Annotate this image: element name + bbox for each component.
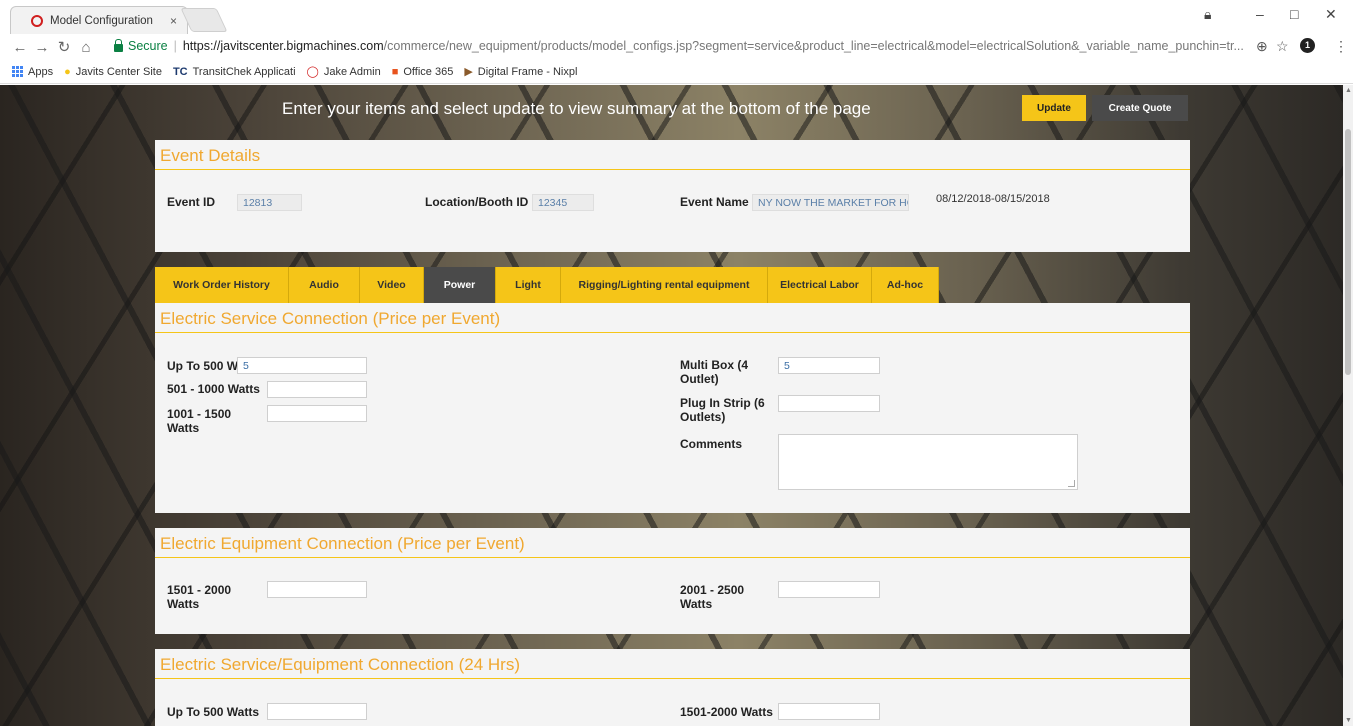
maximize-icon[interactable]: □ <box>1290 6 1298 22</box>
bookmark-label: Digital Frame - Nixpl <box>477 65 578 78</box>
1001-1500-watts-input[interactable] <box>267 405 367 422</box>
address-bar[interactable]: Secure | https://javitscenter.bigmachine… <box>114 34 1280 58</box>
javits-dot-icon: ● <box>64 65 71 78</box>
zoom-icon[interactable]: ⊕ <box>1256 38 1268 55</box>
24h-up-to-500-watts-input[interactable] <box>267 703 367 720</box>
category-tabs: Work Order History Audio Video Power Lig… <box>155 267 939 303</box>
forward-icon[interactable]: → <box>31 39 53 56</box>
digital-frame-icon: ▶ <box>464 66 473 78</box>
event-dates: 08/12/2018-08/15/2018 <box>936 193 1050 205</box>
up-to-500-watts-input[interactable]: 5 <box>237 357 367 374</box>
event-details-title: Event Details <box>155 140 1190 170</box>
bookmark-transitchek[interactable]: TC TransitChek Applicati <box>173 66 296 78</box>
bookmark-label: Office 365 <box>403 65 454 78</box>
home-icon[interactable]: ⌂ <box>75 39 97 56</box>
reload-icon[interactable]: ↻ <box>53 38 75 56</box>
browser-tab[interactable]: Model Configuration × <box>10 6 188 34</box>
event-id-field[interactable]: 12813 <box>237 194 302 211</box>
bookmark-label: Jake Admin <box>323 65 381 78</box>
501-1000-watts-label: 501 - 1000 Watts <box>167 382 260 396</box>
back-icon[interactable]: ← <box>9 39 31 56</box>
bookmark-javits[interactable]: ● Javits Center Site <box>64 66 162 78</box>
oracle-favicon-icon <box>31 14 43 27</box>
multi-box-label: Multi Box (4 Outlet) <box>680 358 748 386</box>
tab-light[interactable]: Light <box>496 267 561 303</box>
url-host: https://javitscenter.bigmachines.com <box>182 39 384 53</box>
scroll-up-icon[interactable]: ▲ <box>1345 87 1352 94</box>
scrollbar-thumb[interactable] <box>1345 129 1351 375</box>
bookmark-digital-frame[interactable]: ▶ Digital Frame - Nixpl <box>464 65 578 79</box>
menu-icon[interactable]: ⋮ <box>1334 38 1348 55</box>
comments-label: Comments <box>680 437 743 451</box>
url-path: /commerce/new_equipment/products/model_c… <box>383 39 1244 53</box>
bookmarks-bar: Apps ● Javits Center Site TC TransitChek… <box>0 60 1353 84</box>
bookmark-label: TransitChek Applicati <box>192 65 296 78</box>
page-viewport: Enter your items and select update to vi… <box>0 85 1343 726</box>
electric-service-panel: Electric Service Connection (Price per E… <box>155 303 1190 513</box>
bookmark-star-icon[interactable]: ☆ <box>1276 38 1289 55</box>
lock-icon <box>114 39 123 52</box>
1001-1500-watts-label: 1001 - 1500 Watts <box>167 407 232 435</box>
page-instruction: Enter your items and select update to vi… <box>282 99 871 118</box>
close-window-icon[interactable]: ✕ <box>1325 6 1337 23</box>
page-scrollbar[interactable]: ▲ ▼ <box>1343 85 1353 726</box>
tab-electrical-labor[interactable]: Electrical Labor <box>768 267 872 303</box>
create-quote-button[interactable]: Create Quote <box>1092 95 1188 121</box>
501-1000-watts-input[interactable] <box>267 381 367 398</box>
tab-video[interactable]: Video <box>360 267 424 303</box>
2001-2500-watts-label: 2001 - 2500 Watts <box>680 583 745 611</box>
tab-ad-hoc[interactable]: Ad-hoc <box>872 267 939 303</box>
24h-1501-2000-watts-input[interactable] <box>778 703 880 720</box>
24h-up-to-500-watts-label: Up To 500 Watts <box>167 705 260 719</box>
location-booth-label: Location/Booth ID <box>425 195 529 209</box>
tab-audio[interactable]: Audio <box>289 267 360 303</box>
plug-in-strip-label: Plug In Strip (6 Outlets) <box>680 396 765 424</box>
bookmark-office365[interactable]: ■ Office 365 <box>392 66 454 78</box>
oracle-ring-icon: ◯ <box>306 66 319 78</box>
location-booth-field[interactable]: 12345 <box>532 194 594 211</box>
bookmark-jake-admin[interactable]: ◯ Jake Admin <box>306 65 381 79</box>
tab-close-icon[interactable]: × <box>170 14 177 28</box>
electric-service-title: Electric Service Connection (Price per E… <box>155 303 1190 333</box>
browser-tabstrip: Model Configuration × 🔒︎ – □ ✕ <box>0 0 1353 34</box>
24h-1501-2000-watts-label: 1501-2000 Watts <box>680 705 773 719</box>
tab-work-order-history[interactable]: Work Order History <box>155 267 289 303</box>
electric-service-24hrs-panel: Electric Service/Equipment Connection (2… <box>155 649 1190 726</box>
minimize-icon[interactable]: – <box>1256 6 1264 22</box>
event-name-field[interactable]: NY NOW THE MARKET FOR HC <box>752 194 909 211</box>
1501-2000-watts-label: 1501 - 2000 Watts <box>167 583 232 611</box>
tab-rigging-lighting[interactable]: Rigging/Lighting rental equipment <box>561 267 768 303</box>
extension-badge-icon[interactable]: 1 <box>1300 38 1315 53</box>
scroll-down-icon[interactable]: ▼ <box>1345 717 1352 724</box>
transitchek-icon: TC <box>172 65 188 78</box>
plug-in-strip-input[interactable] <box>778 395 880 412</box>
address-separator: | <box>173 39 177 53</box>
bookmark-apps[interactable]: Apps <box>12 66 53 78</box>
profile-icon[interactable]: 🔒︎ <box>1204 6 1211 23</box>
1501-2000-watts-input[interactable] <box>267 581 367 598</box>
event-id-label: Event ID <box>167 195 216 209</box>
event-details-panel: Event Details Event ID 12813 Location/Bo… <box>155 140 1190 252</box>
office-icon: ■ <box>391 65 399 78</box>
comments-textarea[interactable] <box>778 434 1078 490</box>
electric-equipment-panel: Electric Equipment Connection (Price per… <box>155 528 1190 634</box>
secure-label: Secure <box>128 39 168 53</box>
tab-power[interactable]: Power <box>424 267 496 303</box>
update-button[interactable]: Update <box>1022 95 1086 121</box>
tab-title: Model Configuration <box>50 14 153 27</box>
electric-service-24hrs-title: Electric Service/Equipment Connection (2… <box>155 649 1190 679</box>
electric-equipment-title: Electric Equipment Connection (Price per… <box>155 528 1190 558</box>
2001-2500-watts-input[interactable] <box>778 581 880 598</box>
bookmark-label: Javits Center Site <box>75 65 162 78</box>
bookmark-label: Apps <box>28 65 54 78</box>
apps-grid-icon <box>12 66 23 77</box>
multi-box-input[interactable]: 5 <box>778 357 880 374</box>
event-name-label: Event Name <box>680 195 749 209</box>
browser-toolbar: ← → ↻ ⌂ Secure | https://javitscenter.bi… <box>0 34 1353 60</box>
